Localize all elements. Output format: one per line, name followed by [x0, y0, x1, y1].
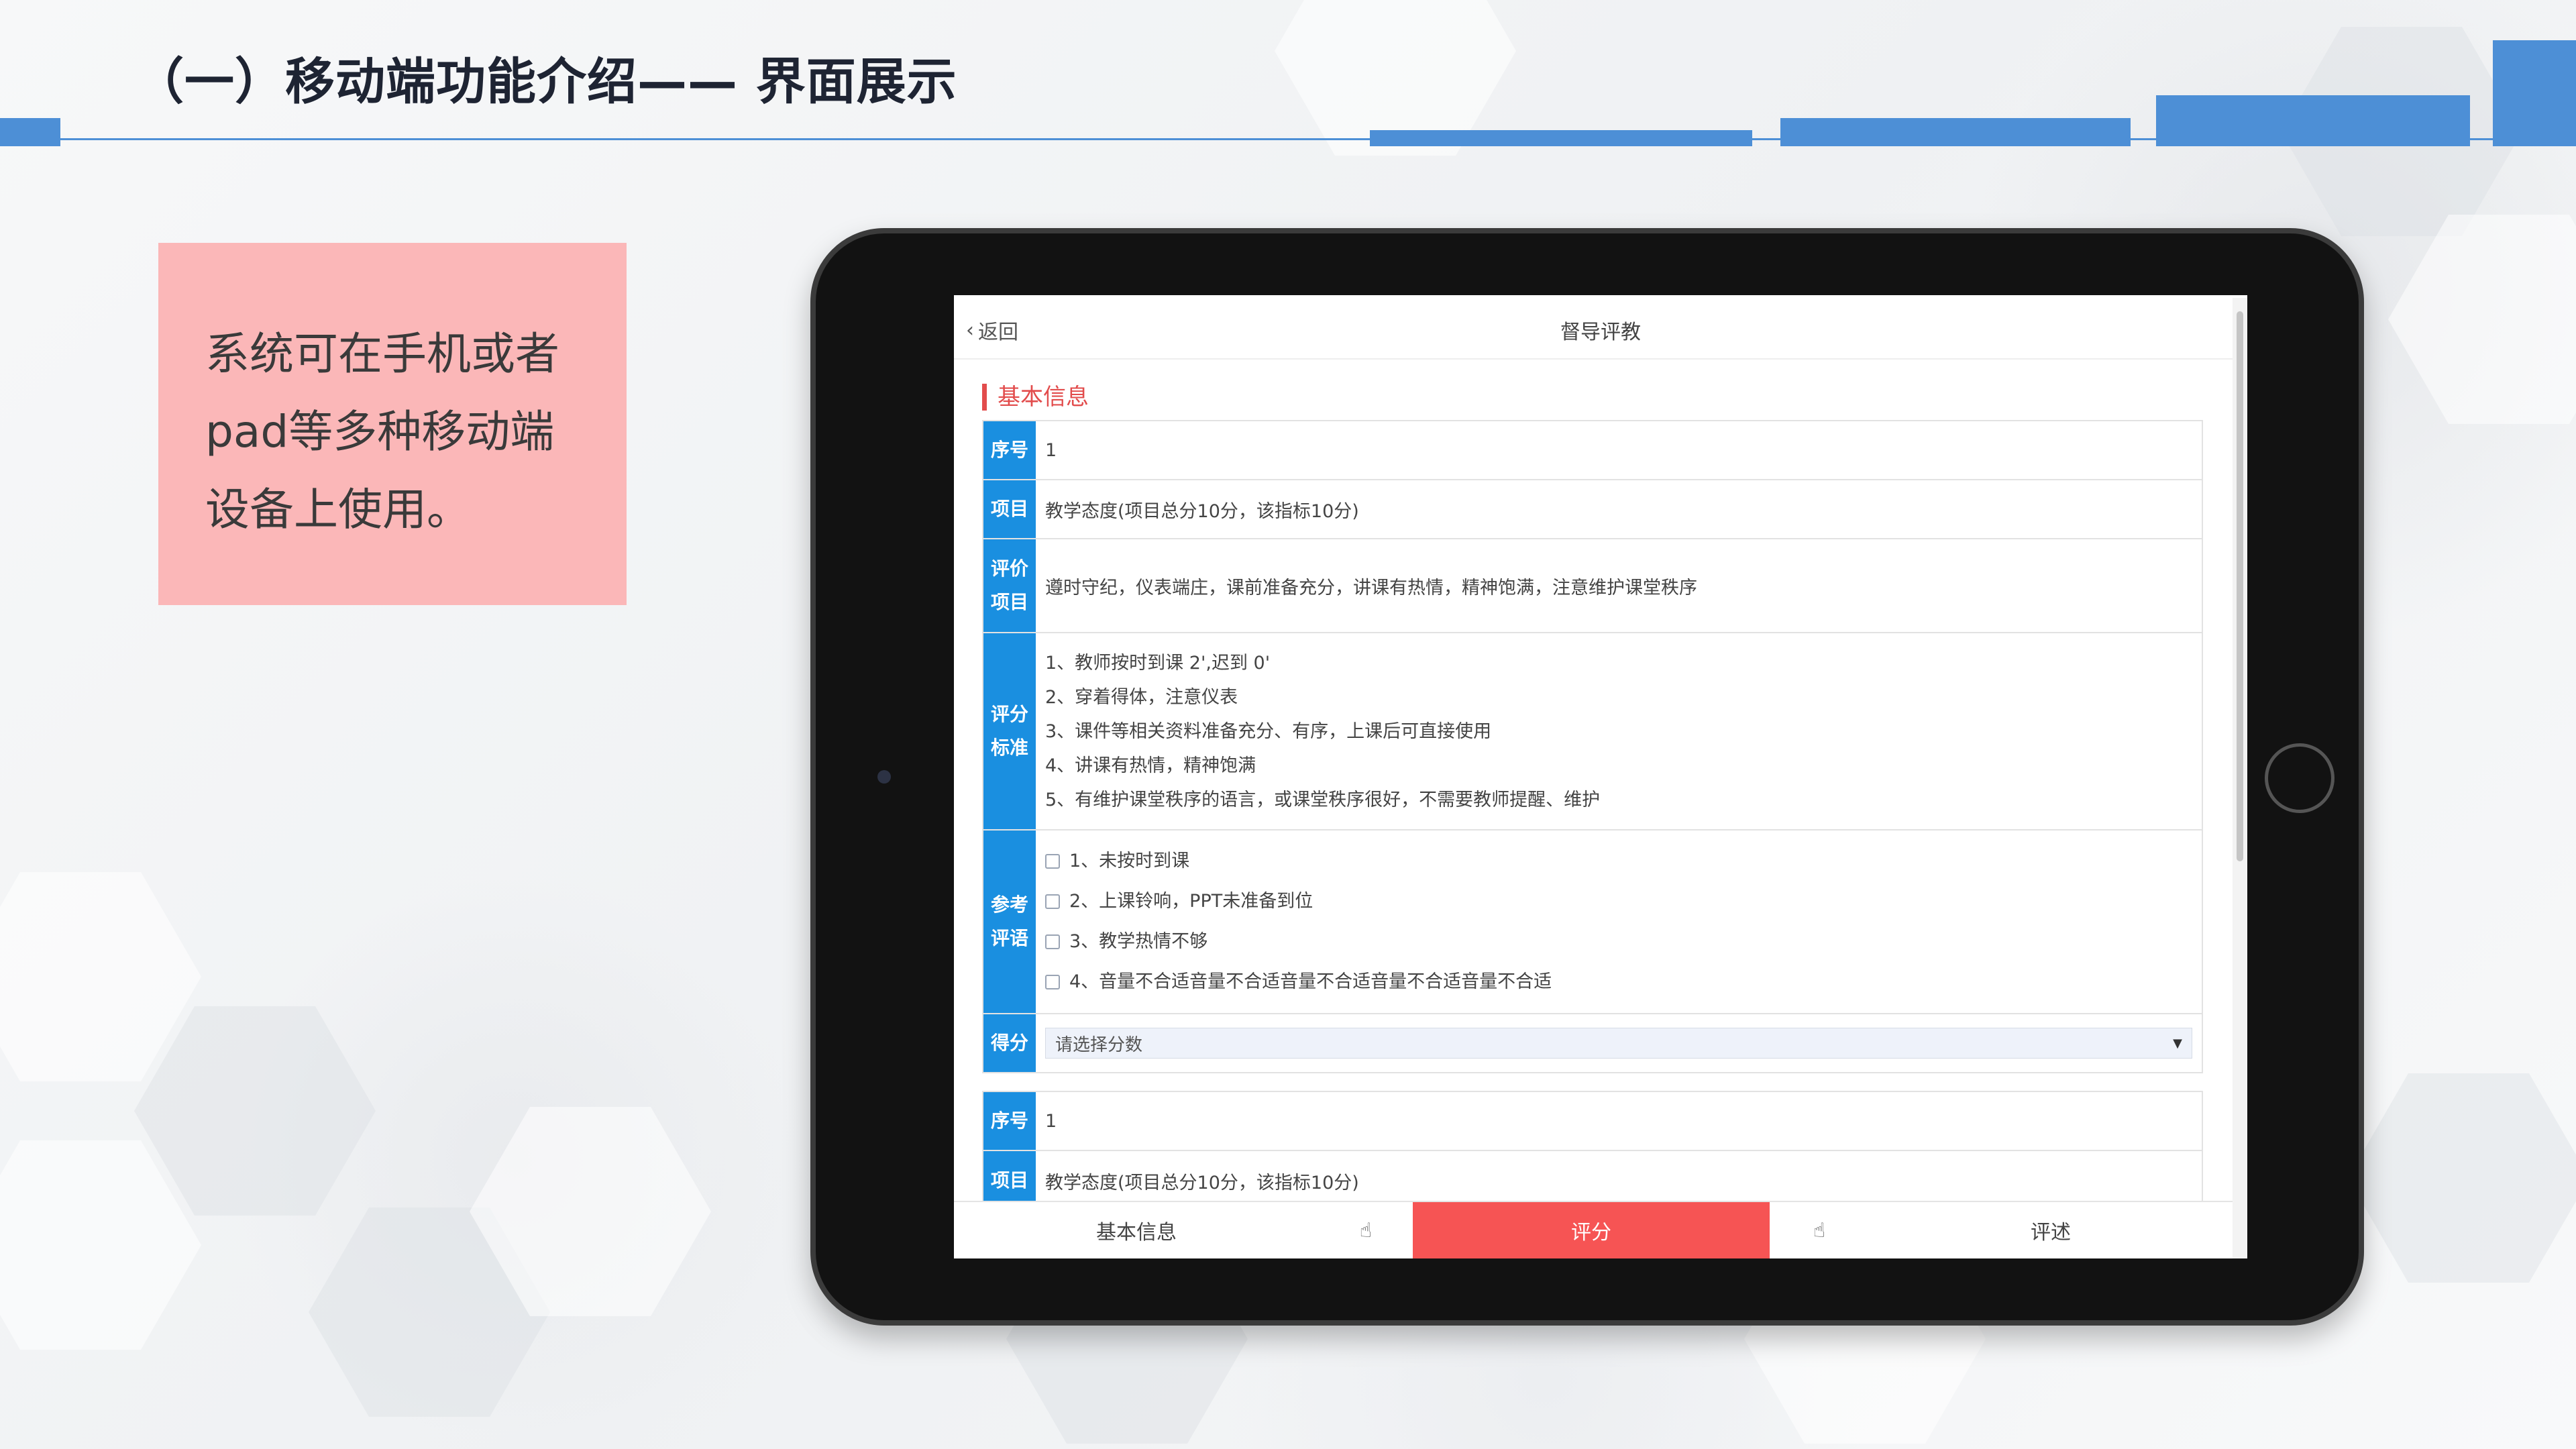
criteria-item: 4、讲课有热情，精神饱满 [1045, 755, 1256, 776]
tab-score[interactable]: 评分 [1413, 1202, 1770, 1258]
field-label-line: 参考 [990, 894, 1028, 916]
table-row: 参考 评语 1、未按时到课 2、上课铃响，PPT未准备到位 3、教学热情不够 4… [983, 830, 2202, 1014]
thumbs-up-icon: ☝ [1813, 1218, 1826, 1242]
field-label: 序号 [983, 1092, 1036, 1150]
tab-review[interactable]: 评述 [1869, 1202, 2233, 1258]
tablet-device: ‹ 返回 督导评教 基本信息 序号 1 项目 教学态度(项目总分10分，该指标1… [810, 228, 2364, 1326]
field-label-line: 标准 [990, 737, 1028, 759]
seq-value: 1 [1045, 439, 1057, 461]
callout-line: pad等多种移动端 [205, 406, 555, 458]
vertical-scrollbar[interactable] [2233, 298, 2247, 1258]
app-title: 督导评教 [1560, 321, 1641, 344]
tablet-screen: ‹ 返回 督导评教 基本信息 序号 1 项目 教学态度(项目总分10分，该指标1… [954, 295, 2247, 1258]
table-row: 序号 1 [983, 421, 2202, 480]
score-cell: 请选择分数 ▼ [1036, 1014, 2202, 1072]
table-row: 评分 标准 1、教师按时到课 2',迟到 0' 2、穿着得体，注意仪表 3、课件… [983, 633, 2202, 830]
field-label: 参考 评语 [983, 830, 1036, 1013]
criteria-list: 1、教师按时到课 2',迟到 0' 2、穿着得体，注意仪表 3、课件等相关资料准… [1036, 633, 2202, 829]
score-select[interactable]: 请选择分数 ▼ [1045, 1028, 2192, 1059]
tab-basic-info[interactable]: 基本信息 [954, 1202, 1319, 1258]
reference-checkbox[interactable]: 4、音量不合适音量不合适音量不合适音量不合适音量不合适 [1045, 962, 1552, 1002]
reference-checkbox[interactable]: 3、教学热情不够 [1045, 922, 1208, 962]
criteria-item: 2、穿着得体，注意仪表 [1045, 686, 1238, 708]
table-row: 项目 教学态度(项目总分10分，该指标10分) [983, 480, 2202, 539]
field-label-line: 评分 [990, 703, 1028, 725]
criteria-item: 1、教师按时到课 2',迟到 0' [1045, 652, 1271, 674]
tablet-home-button[interactable] [2265, 743, 2334, 813]
table-row: 评价 项目 遵时守纪，仪表端庄，课前准备充分，讲课有热情，精神饱满，注意维护课堂… [983, 539, 2202, 633]
slide-title: （一）移动端功能介绍—— 界面展示 [134, 53, 957, 111]
background-hexagon [2348, 1073, 2576, 1283]
description-callout: 系统可在手机或者 pad等多种移动端 设备上使用。 [158, 243, 627, 605]
criteria-item: 5、有维护课堂秩序的语言，或课堂秩序很好，不需要教师提醒、维护 [1045, 789, 1601, 810]
reference-text: 1、未按时到课 [1069, 851, 1190, 871]
field-label: 评分 标准 [983, 633, 1036, 829]
accent-bar [2493, 40, 2576, 146]
score-select-placeholder: 请选择分数 [1055, 1034, 1143, 1055]
table-row: 序号 1 [983, 1092, 2202, 1151]
reference-checkbox[interactable]: 2、上课铃响，PPT未准备到位 [1045, 881, 1313, 922]
caret-down-icon: ▼ [2173, 1036, 2182, 1051]
app-header: ‹ 返回 督导评教 [954, 295, 2247, 360]
tab-next[interactable]: ☝ [1770, 1202, 1869, 1258]
reference-text: 4、音量不合适音量不合适音量不合适音量不合适音量不合适 [1069, 971, 1552, 992]
scrollbar-thumb[interactable] [2237, 311, 2243, 861]
reference-text: 2、上课铃响，PPT未准备到位 [1069, 891, 1313, 912]
section-title: 基本信息 [982, 384, 1089, 411]
background-hexagon [134, 1006, 376, 1216]
callout-line: 系统可在手机或者 [205, 328, 559, 380]
table-row: 得分 请选择分数 ▼ [983, 1014, 2202, 1072]
tab-prev[interactable]: ☝ [1319, 1202, 1413, 1258]
field-label-line: 评价 [990, 557, 1028, 580]
checkbox-icon[interactable] [1045, 934, 1060, 949]
field-label: 得分 [983, 1014, 1036, 1072]
accent-bar [2156, 95, 2470, 146]
reference-comments: 1、未按时到课 2、上课铃响，PPT未准备到位 3、教学热情不够 4、音量不合适… [1036, 830, 2202, 1013]
seq-value: 1 [1045, 1110, 1057, 1132]
bottom-tab-bar: 基本信息 ☝ 评分 ☝ 评述 [954, 1201, 2233, 1258]
tablet-camera [877, 770, 891, 784]
accent-bar [1370, 130, 1752, 146]
reference-checkbox[interactable]: 1、未按时到课 [1045, 841, 1189, 881]
field-label-line: 项目 [990, 591, 1028, 613]
eval-value: 遵时守纪，仪表端庄，课前准备充分，讲课有热情，精神饱满，注意维护课堂秩序 [1045, 577, 1697, 598]
field-label: 评价 项目 [983, 539, 1036, 632]
callout-line: 设备上使用。 [205, 484, 471, 535]
evaluation-record: 序号 1 项目 教学态度(项目总分10分，该指标10分) 评价 项目 遵时守纪，… [982, 420, 2203, 1073]
item-value: 教学态度(项目总分10分，该指标10分) [1045, 500, 1359, 522]
accent-bar [1780, 118, 2131, 146]
checkbox-icon[interactable] [1045, 975, 1060, 989]
field-label: 项目 [983, 480, 1036, 538]
reference-text: 3、教学热情不够 [1069, 931, 1208, 952]
field-label-line: 评语 [990, 927, 1028, 949]
title-accent-stub [0, 118, 60, 146]
background-hexagon [2388, 215, 2576, 424]
field-label: 序号 [983, 421, 1036, 479]
checkbox-icon[interactable] [1045, 854, 1060, 869]
thumbs-up-icon: ☝ [1359, 1218, 1373, 1242]
evaluation-record: 序号 1 项目 教学态度(项目总分10分，该指标10分) [982, 1091, 2203, 1212]
criteria-item: 3、课件等相关资料准备充分、有序，上课后可直接使用 [1045, 720, 1492, 742]
checkbox-icon[interactable] [1045, 894, 1060, 909]
